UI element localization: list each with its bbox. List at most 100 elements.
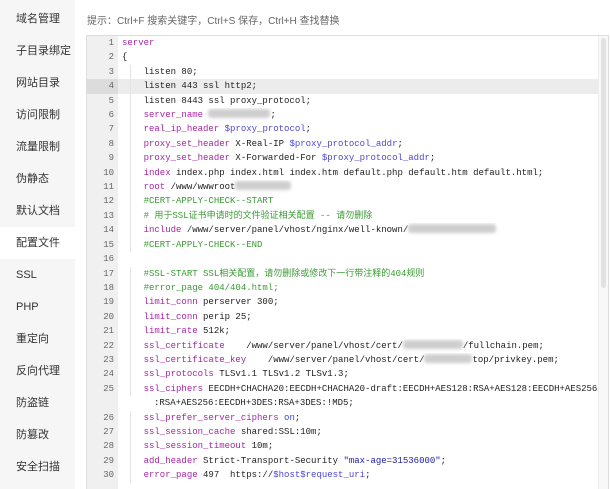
code-line-text[interactable]: ssl_certificate_key /www/server/panel/vh… — [118, 352, 598, 368]
code-line-text[interactable]: #SSL-START SSL相关配置，请勿删除或修改下一行带注释的404规则 — [118, 266, 598, 281]
code-line-text[interactable]: limit_conn perip 25; — [118, 309, 598, 325]
code-line[interactable]: 30 error_page 497 https://$host$request_… — [87, 468, 598, 483]
sidebar-item-traffic-limit[interactable]: 流量限制 — [0, 131, 75, 163]
code-line-text[interactable]: index index.php index.html index.htm def… — [118, 165, 598, 181]
code-line-text[interactable]: limit_conn perserver 300; — [118, 295, 598, 310]
code-line[interactable]: 25 ssl_ciphers EECDH+CHACHA20:EECDH+CHAC… — [87, 381, 598, 411]
code-line[interactable]: 3 listen 80; — [87, 64, 598, 80]
code-line[interactable]: 20 limit_conn perip 25; — [87, 309, 598, 325]
code-line[interactable]: 26 ssl_prefer_server_ciphers on; — [87, 410, 598, 425]
visual-line: proxy_set_header X-Real-IP $proxy_protoc… — [122, 136, 598, 152]
code-line[interactable]: 5 listen 8443 ssl proxy_protocol; — [87, 93, 598, 109]
code-line[interactable]: 17 #SSL-START SSL相关配置，请勿删除或修改下一行带注释的404规… — [87, 266, 598, 281]
code-line-text[interactable]: ssl_protocols TLSv1.1 TLSv1.2 TLSv1.3; — [118, 367, 598, 382]
sidebar-item-subdirectory-binding[interactable]: 子目录绑定 — [0, 35, 75, 67]
code-line[interactable]: 22 ssl_certificate /www/server/panel/vho… — [87, 338, 598, 353]
sidebar-item-domain-management[interactable]: 域名管理 — [0, 3, 75, 35]
sidebar-item-redirect[interactable]: 重定向 — [0, 323, 75, 355]
vertical-scrollbar[interactable] — [598, 36, 608, 489]
directive-keyword: server — [122, 38, 155, 48]
code-line-text[interactable]: server_name ; — [118, 108, 598, 123]
code-line[interactable]: 28 ssl_session_timeout 10m; — [87, 439, 598, 454]
code-lines[interactable]: 1 server 2{3 listen 80; 4 listen 443 ssl ht… — [87, 36, 598, 483]
line-number: 29 — [103, 455, 114, 466]
sidebar-item-ssl[interactable]: SSL — [0, 259, 75, 291]
code-line[interactable]: 10 index index.php index.html index.htm … — [87, 165, 598, 181]
code-line-text[interactable]: listen 443 ssl http2; — [118, 79, 598, 94]
code-line-text[interactable]: # 用于SSL证书申请时的文件验证相关配置 -- 请勿删除 — [118, 208, 598, 224]
code-line-text[interactable]: proxy_set_header X-Real-IP $proxy_protoc… — [118, 136, 598, 152]
code-line[interactable]: 1 server — [87, 36, 598, 50]
code-line[interactable]: 11 root /www/wwwroot — [87, 180, 598, 195]
sidebar-item-default-document[interactable]: 默认文档 — [0, 195, 75, 227]
sidebar-item-php[interactable]: PHP — [0, 291, 75, 323]
code-line[interactable]: 21 limit_rate 512k; — [87, 324, 598, 339]
code-line-text[interactable]: listen 8443 ssl proxy_protocol; — [118, 93, 598, 109]
code-text: /www/server/panel/vhost/nginx/well-known… — [181, 225, 409, 236]
code-line[interactable]: 2{ — [87, 50, 598, 64]
code-text: ; — [429, 153, 436, 164]
code-line-text[interactable]: ssl_session_cache shared:SSL:10m; — [118, 424, 598, 440]
sidebar-item-reverse-proxy[interactable]: 反向代理 — [0, 355, 75, 387]
code-line[interactable]: 23 ssl_certificate_key /www/server/panel… — [87, 352, 598, 368]
code-text: ; — [365, 470, 371, 481]
code-line[interactable]: 19 limit_conn perserver 300; — [87, 295, 598, 310]
code-line[interactable]: 9 proxy_set_header X-Forwarded-For $prox… — [87, 151, 598, 166]
sidebar-item-site-directory[interactable]: 网站目录 — [0, 67, 75, 99]
line-number: 17 — [103, 268, 114, 279]
code-line[interactable]: 16 — [87, 252, 598, 266]
code-line[interactable]: 8 proxy_set_header X-Real-IP $proxy_prot… — [87, 136, 598, 152]
sidebar-item-security-scan[interactable]: 安全扫描 — [0, 451, 75, 483]
code-line[interactable]: 18 #error_page 404/404.html; — [87, 280, 598, 296]
code-line[interactable]: 13 # 用于SSL证书申请时的文件验证相关配置 -- 请勿删除 — [87, 208, 598, 224]
code-line-text[interactable]: real_ip_header $proxy_protocol; — [118, 122, 598, 137]
code-line-text[interactable]: { — [118, 50, 598, 64]
code-line-text[interactable]: #CERT-APPLY-CHECK--START — [118, 194, 598, 209]
code-line-text[interactable]: root /www/wwwroot — [118, 180, 598, 195]
scrollbar-thumb[interactable] — [601, 38, 606, 288]
visual-line: ssl_certificate_key /www/server/panel/vh… — [122, 352, 598, 368]
code-line-text[interactable]: limit_rate 512k; — [118, 324, 598, 339]
code-text: ; — [294, 412, 301, 423]
code-line-text[interactable]: #error_page 404/404.html; — [118, 280, 598, 296]
sidebar-item-config-file[interactable]: 配置文件 — [0, 227, 75, 259]
code-line-text[interactable]: ssl_ciphers EECDH+CHACHA20:EECDH+CHACHA2… — [118, 381, 598, 411]
visual-line: ssl_ciphers EECDH+CHACHA20:EECDH+CHACHA2… — [122, 381, 598, 397]
indent-guide — [122, 79, 144, 94]
code-line-text[interactable]: server — [118, 36, 598, 50]
code-text: perserver 300; — [197, 297, 279, 308]
code-line-text[interactable]: proxy_set_header X-Forwarded-For $proxy_… — [118, 151, 598, 166]
visual-line: limit_rate 512k; — [122, 324, 598, 339]
code-line-text[interactable]: ssl_prefer_server_ciphers on; — [118, 410, 598, 425]
code-line[interactable]: 14 include /www/server/panel/vhost/nginx… — [87, 223, 598, 238]
code-line-text[interactable]: #CERT-APPLY-CHECK--END — [118, 237, 598, 253]
code-line-text[interactable] — [118, 252, 598, 266]
code-line-text[interactable]: include /www/server/panel/vhost/nginx/we… — [118, 223, 598, 238]
sidebar-item-url-rewrite[interactable]: 伪静态 — [0, 163, 75, 195]
code-line[interactable]: 12 #CERT-APPLY-CHECK--START — [87, 194, 598, 209]
code-line-text[interactable]: ssl_session_timeout 10m; — [118, 439, 598, 454]
visual-line: add_header Strict-Transport-Security "ma… — [122, 453, 598, 469]
indent-guide — [122, 165, 144, 181]
code-line-text[interactable]: add_header Strict-Transport-Security "ma… — [118, 453, 598, 469]
code-text: 10m; — [246, 441, 274, 452]
code-line[interactable]: 7 real_ip_header $proxy_protocol; — [87, 122, 598, 137]
indent-guide — [122, 338, 144, 353]
code-line[interactable]: 15 #CERT-APPLY-CHECK--END — [87, 237, 598, 253]
sidebar-item-tamper-protection[interactable]: 防篡改 — [0, 419, 75, 451]
indent-guide — [122, 280, 144, 296]
sidebar-item-hotlink-protection[interactable]: 防盗链 — [0, 387, 75, 419]
code-line[interactable]: 24 ssl_protocols TLSv1.1 TLSv1.2 TLSv1.3… — [87, 367, 598, 382]
code-line[interactable]: 27 ssl_session_cache shared:SSL:10m; — [87, 424, 598, 440]
code-line-text[interactable]: error_page 497 https://$host$request_uri… — [118, 468, 598, 483]
code-text: perip 25; — [197, 311, 252, 322]
config-editor[interactable]: 1 server 2{3 listen 80; 4 listen 443 ssl ht… — [86, 35, 609, 489]
code-line-text[interactable]: listen 80; — [118, 64, 598, 80]
directive-keyword: ssl_ciphers — [143, 383, 204, 394]
code-line-text[interactable]: ssl_certificate /www/server/panel/vhost/… — [118, 338, 598, 353]
code-line[interactable]: 29 add_header Strict-Transport-Security … — [87, 453, 598, 469]
code-line[interactable]: 4 listen 443 ssl http2; — [87, 79, 598, 94]
sidebar-item-access-restriction[interactable]: 访问限制 — [0, 99, 75, 131]
indent-guide — [122, 453, 144, 469]
code-line[interactable]: 6 server_name ; — [87, 108, 598, 123]
